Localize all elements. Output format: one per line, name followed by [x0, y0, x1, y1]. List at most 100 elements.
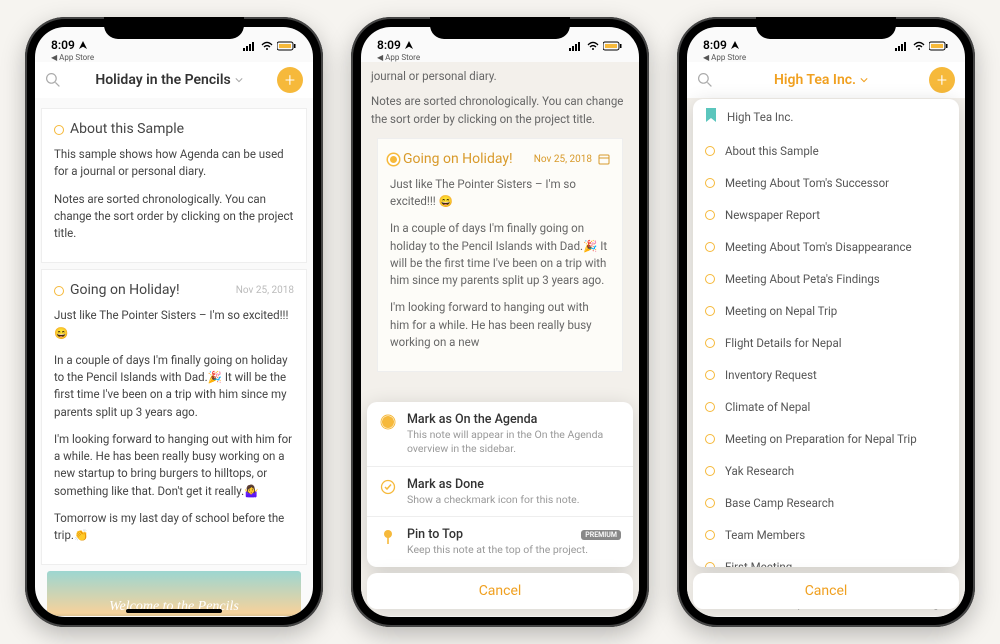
wifi-icon	[912, 41, 926, 51]
cancel-button[interactable]: Cancel	[367, 573, 633, 609]
list-item-label: Yak Research	[725, 464, 794, 478]
note-bullet-icon	[705, 178, 715, 188]
note-bullet-icon	[705, 562, 715, 567]
home-indicator[interactable]	[126, 609, 222, 613]
list-item-label: About this Sample	[725, 144, 819, 158]
list-item[interactable]: Climate of Nepal	[693, 391, 959, 423]
phone-frame-3: 8:09 ◀ App Store High Tea Inc. + About t…	[677, 17, 975, 627]
add-button[interactable]: +	[929, 67, 955, 93]
note-bullet-icon	[705, 530, 715, 540]
note-card[interactable]: About this Sample This sample shows how …	[41, 108, 307, 263]
search-icon[interactable]	[45, 72, 61, 88]
note-paragraph: Just like The Pointer Sisters – I'm so e…	[54, 307, 294, 342]
return-to-appstore[interactable]: ◀ App Store	[35, 53, 313, 62]
battery-icon	[603, 41, 623, 51]
add-button[interactable]: +	[277, 67, 303, 93]
battery-icon	[277, 41, 297, 51]
phone-frame-2: 8:09 ◀ App Store journal or personal dia…	[351, 17, 649, 627]
wifi-icon	[260, 41, 274, 51]
signal-icon	[569, 41, 583, 51]
chevron-down-icon	[235, 76, 243, 84]
list-item[interactable]: Meeting on Preparation for Nepal Trip	[693, 423, 959, 455]
list-item-label: Meeting About Tom's Disappearance	[725, 240, 912, 254]
note-bullet-icon	[54, 125, 64, 135]
clock-time: 8:09	[703, 38, 727, 52]
mark-on-agenda-action[interactable]: Mark as On the Agenda This note will app…	[367, 402, 633, 466]
list-item-label: Meeting on Nepal Trip	[725, 304, 837, 318]
action-sheet: Mark as On the Agenda This note will app…	[367, 402, 633, 567]
note-bullet-icon	[705, 402, 715, 412]
chevron-down-icon	[860, 76, 868, 84]
list-item-label: First Meeting	[725, 560, 792, 567]
list-item[interactable]: First Meeting	[693, 551, 959, 567]
list-item-label: Meeting About Peta's Findings	[725, 272, 880, 286]
list-item-label: Inventory Request	[725, 368, 817, 382]
pin-to-top-action[interactable]: Pin to Top PREMIUM Keep this note at the…	[367, 517, 633, 567]
note-bullet-icon	[705, 274, 715, 284]
list-item[interactable]: Meeting About Peta's Findings	[693, 263, 959, 295]
note-bullet-icon	[705, 434, 715, 444]
return-to-appstore[interactable]: ◀ App Store	[361, 53, 639, 62]
cancel-button[interactable]: Cancel	[693, 573, 959, 609]
agenda-bullet-icon	[390, 156, 397, 163]
note-bullet-icon	[705, 498, 715, 508]
notch	[430, 17, 570, 39]
note-bullet-icon	[705, 210, 715, 220]
note-date: Nov 25, 2018	[236, 283, 294, 298]
note-paragraph: This sample shows how Agenda can be used…	[54, 146, 294, 181]
note-bullet-icon	[54, 286, 64, 296]
location-icon	[79, 41, 87, 49]
clock-time: 8:09	[377, 38, 401, 52]
signal-icon	[243, 41, 257, 51]
list-item-label: Base Camp Research	[725, 496, 834, 510]
search-icon[interactable]	[697, 72, 713, 88]
note-bullet-icon	[705, 370, 715, 380]
notes-list-sheet: High Tea Inc. About this Sample Meeting A…	[693, 99, 959, 567]
list-header[interactable]: High Tea Inc.	[693, 99, 959, 135]
project-title[interactable]: Holiday in the Pencils	[67, 72, 271, 88]
list-item[interactable]: Meeting About Tom's Disappearance	[693, 231, 959, 263]
toolbar: Holiday in the Pencils +	[35, 62, 313, 98]
list-item[interactable]: Meeting About Tom's Successor	[693, 167, 959, 199]
project-title[interactable]: High Tea Inc.	[719, 72, 923, 88]
note-paragraph: Tomorrow is my last day of school before…	[54, 510, 294, 545]
note-card[interactable]: Going on Holiday! Nov 25, 2018 Just like…	[41, 269, 307, 565]
note-title: Going on Holiday!	[70, 280, 230, 301]
list-item-label: Meeting About Tom's Successor	[725, 176, 889, 190]
wifi-icon	[586, 41, 600, 51]
phone-frame-1: 8:09 ◀ App Store Holiday in the Pencils …	[25, 17, 323, 627]
battery-icon	[929, 41, 949, 51]
mark-done-action[interactable]: Mark as Done Show a checkmark icon for t…	[367, 467, 633, 518]
list-item[interactable]: Flight Details for Nepal	[693, 327, 959, 359]
clock-time: 8:09	[51, 38, 75, 52]
checkmark-icon	[379, 478, 397, 496]
pin-icon	[379, 528, 397, 546]
list-item[interactable]: About this Sample	[693, 135, 959, 167]
list-item-label: Meeting on Preparation for Nepal Trip	[725, 432, 917, 446]
list-item-label: Flight Details for Nepal	[725, 336, 842, 350]
notes-content: About this Sample This sample shows how …	[35, 98, 313, 616]
notch	[756, 17, 896, 39]
toolbar: High Tea Inc. +	[687, 62, 965, 98]
list-item[interactable]: Meeting on Nepal Trip	[693, 295, 959, 327]
note-bullet-icon	[705, 338, 715, 348]
signal-icon	[895, 41, 909, 51]
list-item[interactable]: Team Members	[693, 519, 959, 551]
note-paragraph: I'm looking forward to hanging out with …	[54, 431, 294, 500]
on-agenda-icon	[379, 413, 397, 431]
return-to-appstore[interactable]: ◀ App Store	[687, 53, 965, 62]
list-item[interactable]: Base Camp Research	[693, 487, 959, 519]
note-bullet-icon	[705, 466, 715, 476]
list-item-label: Climate of Nepal	[725, 400, 810, 414]
premium-badge: PREMIUM	[581, 530, 621, 540]
list-item-label: Team Members	[725, 528, 805, 542]
note-bullet-icon	[705, 146, 715, 156]
list-item[interactable]: Newspaper Report	[693, 199, 959, 231]
note-paragraph: In a couple of days I'm finally going on…	[54, 352, 294, 421]
note-bullet-icon	[705, 242, 715, 252]
bookmark-icon	[705, 108, 717, 126]
list-item[interactable]: Inventory Request	[693, 359, 959, 391]
note-paragraph: Notes are sorted chronologically. You ca…	[54, 191, 294, 243]
note-bullet-icon	[705, 306, 715, 316]
list-item[interactable]: Yak Research	[693, 455, 959, 487]
